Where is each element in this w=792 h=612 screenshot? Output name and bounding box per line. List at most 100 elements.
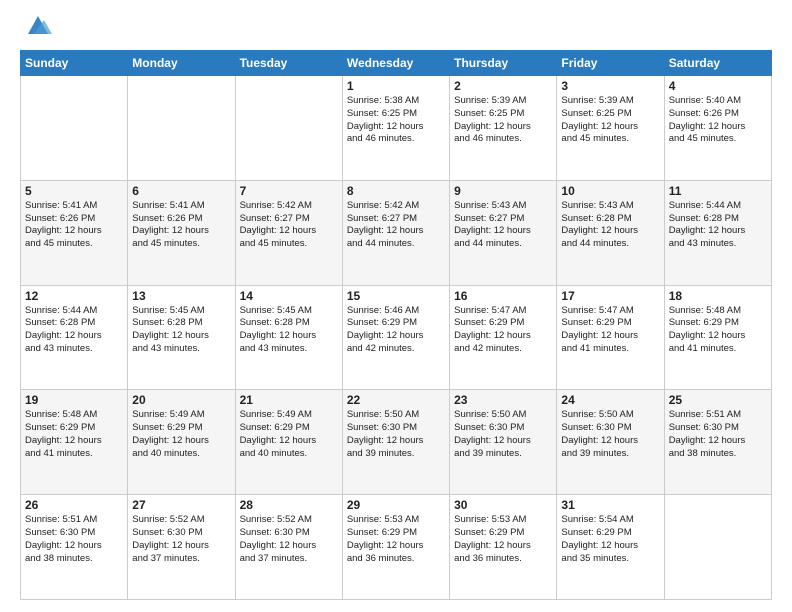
- calendar-day-3: 3 Sunrise: 5:39 AMSunset: 6:25 PMDaylight…: [557, 76, 664, 181]
- day-number: 6: [132, 184, 230, 198]
- calendar-empty: [664, 495, 771, 600]
- day-number: 15: [347, 289, 445, 303]
- calendar-table: SundayMondayTuesdayWednesdayThursdayFrid…: [20, 50, 772, 600]
- day-number: 12: [25, 289, 123, 303]
- calendar-day-7: 7 Sunrise: 5:42 AMSunset: 6:27 PMDaylight…: [235, 180, 342, 285]
- day-info: Sunrise: 5:47 AMSunset: 6:29 PMDaylight:…: [561, 305, 659, 356]
- day-number: 9: [454, 184, 552, 198]
- day-number: 7: [240, 184, 338, 198]
- calendar-week-3: 12Sunrise: 5:44 AMSunset: 6:28 PMDayligh…: [21, 285, 772, 390]
- calendar-day-27: 27 Sunrise: 5:52 AMSunset: 6:30 PMDayligh…: [128, 495, 235, 600]
- calendar-day-21: 21 Sunrise: 5:49 AMSunset: 6:29 PMDayligh…: [235, 390, 342, 495]
- day-number: 5: [25, 184, 123, 198]
- calendar-day-19: 19 Sunrise: 5:48 AMSunset: 6:29 PMDayligh…: [21, 390, 128, 495]
- day-number: 19: [25, 393, 123, 407]
- calendar-day-10: 10 Sunrise: 5:43 AMSunset: 6:28 PMDayligh…: [557, 180, 664, 285]
- day-info: Sunrise: 5:44 AMSunset: 6:28 PMDaylight:…: [669, 200, 767, 251]
- day-number: 21: [240, 393, 338, 407]
- calendar-week-5: 26 Sunrise: 5:51 AMSunset: 6:30 PMDayligh…: [21, 495, 772, 600]
- header: [20, 16, 772, 40]
- day-info: Sunrise: 5:49 AMSunset: 6:29 PMDaylight:…: [132, 409, 230, 460]
- day-info: Sunrise: 5:48 AMSunset: 6:29 PMDaylight:…: [25, 409, 123, 460]
- calendar-day-6: 6 Sunrise: 5:41 AMSunset: 6:26 PMDaylight…: [128, 180, 235, 285]
- col-header-sunday: Sunday: [21, 51, 128, 76]
- calendar-day-23: 23Sunrise: 5:50 AMSunset: 6:30 PMDayligh…: [450, 390, 557, 495]
- day-info: Sunrise: 5:40 AMSunset: 6:26 PMDaylight:…: [669, 95, 767, 146]
- day-info: Sunrise: 5:50 AMSunset: 6:30 PMDaylight:…: [347, 409, 445, 460]
- day-info: Sunrise: 5:54 AMSunset: 6:29 PMDaylight:…: [561, 514, 659, 565]
- day-info: Sunrise: 5:50 AMSunset: 6:30 PMDaylight:…: [561, 409, 659, 460]
- calendar-day-28: 28Sunrise: 5:52 AMSunset: 6:30 PMDayligh…: [235, 495, 342, 600]
- day-number: 2: [454, 79, 552, 93]
- day-number: 10: [561, 184, 659, 198]
- calendar-day-8: 8Sunrise: 5:42 AMSunset: 6:27 PMDaylight…: [342, 180, 449, 285]
- day-info: Sunrise: 5:47 AMSunset: 6:29 PMDaylight:…: [454, 305, 552, 356]
- col-header-friday: Friday: [557, 51, 664, 76]
- day-info: Sunrise: 5:51 AMSunset: 6:30 PMDaylight:…: [25, 514, 123, 565]
- calendar-day-31: 31Sunrise: 5:54 AMSunset: 6:29 PMDayligh…: [557, 495, 664, 600]
- calendar-day-14: 14 Sunrise: 5:45 AMSunset: 6:28 PMDayligh…: [235, 285, 342, 390]
- calendar-day-1: 1 Sunrise: 5:38 AMSunset: 6:25 PMDaylight…: [342, 76, 449, 181]
- calendar-day-5: 5 Sunrise: 5:41 AMSunset: 6:26 PMDaylight…: [21, 180, 128, 285]
- day-number: 18: [669, 289, 767, 303]
- day-number: 3: [561, 79, 659, 93]
- day-number: 30: [454, 498, 552, 512]
- calendar-day-26: 26 Sunrise: 5:51 AMSunset: 6:30 PMDayligh…: [21, 495, 128, 600]
- day-info: Sunrise: 5:52 AMSunset: 6:30 PMDaylight:…: [240, 514, 338, 565]
- calendar-empty: [21, 76, 128, 181]
- day-number: 22: [347, 393, 445, 407]
- calendar-day-11: 11Sunrise: 5:44 AMSunset: 6:28 PMDayligh…: [664, 180, 771, 285]
- col-header-wednesday: Wednesday: [342, 51, 449, 76]
- day-number: 4: [669, 79, 767, 93]
- calendar-day-4: 4 Sunrise: 5:40 AMSunset: 6:26 PMDaylight…: [664, 76, 771, 181]
- day-info: Sunrise: 5:53 AMSunset: 6:29 PMDaylight:…: [347, 514, 445, 565]
- calendar-day-25: 25 Sunrise: 5:51 AMSunset: 6:30 PMDayligh…: [664, 390, 771, 495]
- day-info: Sunrise: 5:43 AMSunset: 6:28 PMDaylight:…: [561, 200, 659, 251]
- day-info: Sunrise: 5:49 AMSunset: 6:29 PMDaylight:…: [240, 409, 338, 460]
- col-header-monday: Monday: [128, 51, 235, 76]
- calendar-day-2: 2 Sunrise: 5:39 AMSunset: 6:25 PMDaylight…: [450, 76, 557, 181]
- calendar-empty: [235, 76, 342, 181]
- day-info: Sunrise: 5:53 AMSunset: 6:29 PMDaylight:…: [454, 514, 552, 565]
- calendar-day-16: 16 Sunrise: 5:47 AMSunset: 6:29 PMDayligh…: [450, 285, 557, 390]
- day-info: Sunrise: 5:45 AMSunset: 6:28 PMDaylight:…: [132, 305, 230, 356]
- day-number: 17: [561, 289, 659, 303]
- calendar-day-30: 30 Sunrise: 5:53 AMSunset: 6:29 PMDayligh…: [450, 495, 557, 600]
- day-info: Sunrise: 5:46 AMSunset: 6:29 PMDaylight:…: [347, 305, 445, 356]
- calendar-day-9: 9 Sunrise: 5:43 AMSunset: 6:27 PMDaylight…: [450, 180, 557, 285]
- day-info: Sunrise: 5:50 AMSunset: 6:30 PMDaylight:…: [454, 409, 552, 460]
- day-info: Sunrise: 5:45 AMSunset: 6:28 PMDaylight:…: [240, 305, 338, 356]
- day-number: 16: [454, 289, 552, 303]
- col-header-tuesday: Tuesday: [235, 51, 342, 76]
- day-number: 8: [347, 184, 445, 198]
- day-number: 27: [132, 498, 230, 512]
- calendar-day-18: 18Sunrise: 5:48 AMSunset: 6:29 PMDayligh…: [664, 285, 771, 390]
- day-number: 14: [240, 289, 338, 303]
- day-number: 20: [132, 393, 230, 407]
- day-number: 25: [669, 393, 767, 407]
- calendar-week-2: 5 Sunrise: 5:41 AMSunset: 6:26 PMDaylight…: [21, 180, 772, 285]
- calendar-header-row: SundayMondayTuesdayWednesdayThursdayFrid…: [21, 51, 772, 76]
- calendar-day-24: 24 Sunrise: 5:50 AMSunset: 6:30 PMDayligh…: [557, 390, 664, 495]
- day-info: Sunrise: 5:41 AMSunset: 6:26 PMDaylight:…: [25, 200, 123, 251]
- calendar-day-29: 29Sunrise: 5:53 AMSunset: 6:29 PMDayligh…: [342, 495, 449, 600]
- day-number: 26: [25, 498, 123, 512]
- calendar-day-17: 17 Sunrise: 5:47 AMSunset: 6:29 PMDayligh…: [557, 285, 664, 390]
- day-info: Sunrise: 5:52 AMSunset: 6:30 PMDaylight:…: [132, 514, 230, 565]
- day-info: Sunrise: 5:42 AMSunset: 6:27 PMDaylight:…: [240, 200, 338, 251]
- calendar-day-13: 13Sunrise: 5:45 AMSunset: 6:28 PMDayligh…: [128, 285, 235, 390]
- day-number: 1: [347, 79, 445, 93]
- logo: [20, 16, 52, 40]
- day-number: 24: [561, 393, 659, 407]
- col-header-thursday: Thursday: [450, 51, 557, 76]
- day-info: Sunrise: 5:41 AMSunset: 6:26 PMDaylight:…: [132, 200, 230, 251]
- day-info: Sunrise: 5:39 AMSunset: 6:25 PMDaylight:…: [454, 95, 552, 146]
- day-info: Sunrise: 5:38 AMSunset: 6:25 PMDaylight:…: [347, 95, 445, 146]
- calendar-day-20: 20 Sunrise: 5:49 AMSunset: 6:29 PMDayligh…: [128, 390, 235, 495]
- day-info: Sunrise: 5:51 AMSunset: 6:30 PMDaylight:…: [669, 409, 767, 460]
- day-info: Sunrise: 5:39 AMSunset: 6:25 PMDaylight:…: [561, 95, 659, 146]
- day-info: Sunrise: 5:43 AMSunset: 6:27 PMDaylight:…: [454, 200, 552, 251]
- calendar-week-4: 19 Sunrise: 5:48 AMSunset: 6:29 PMDayligh…: [21, 390, 772, 495]
- page: SundayMondayTuesdayWednesdayThursdayFrid…: [0, 0, 792, 612]
- logo-icon: [24, 12, 52, 40]
